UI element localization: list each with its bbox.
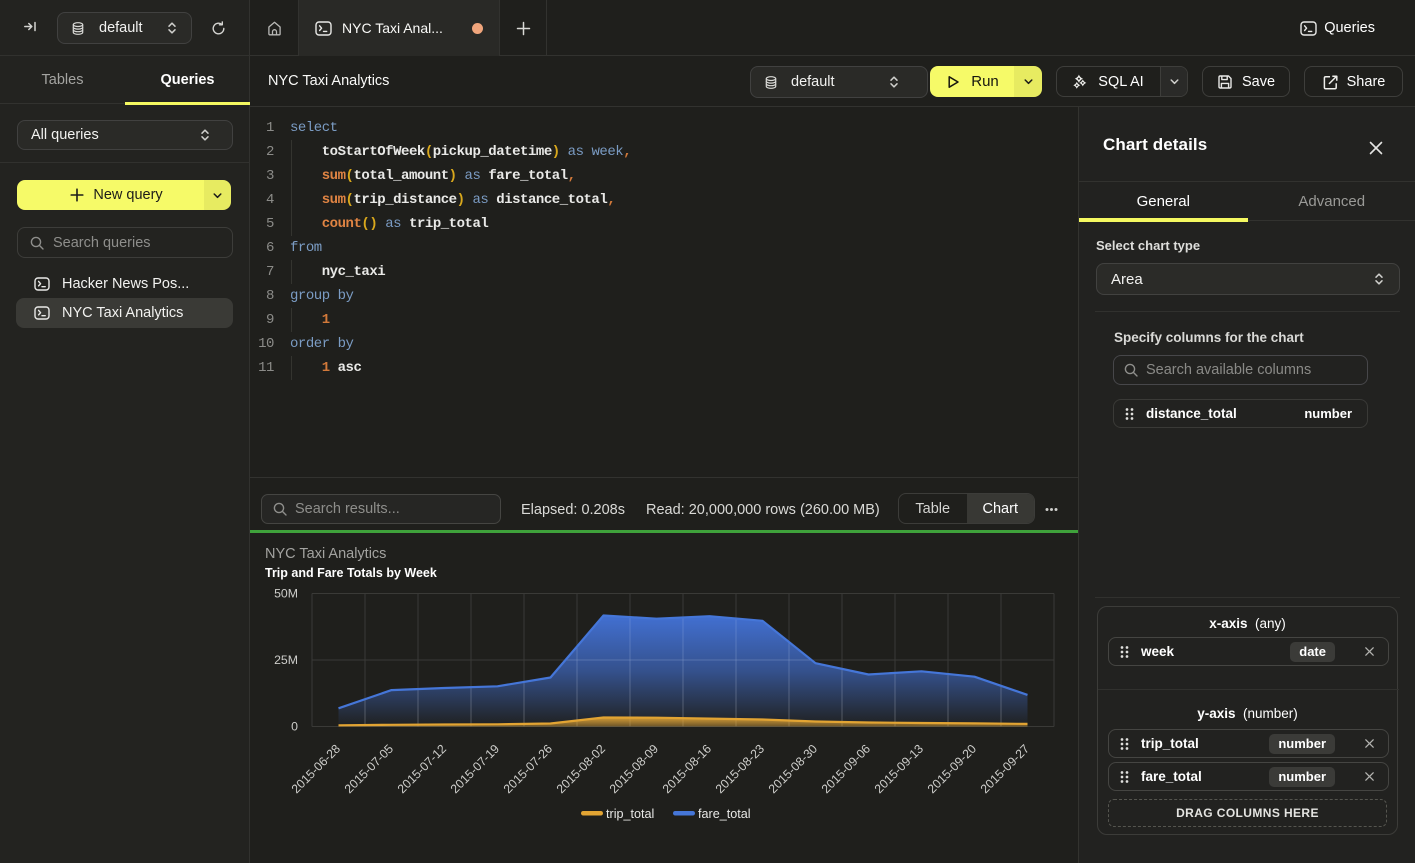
svg-text:50M: 50M — [274, 587, 298, 601]
svg-text:fare_total: fare_total — [698, 807, 751, 821]
svg-text:2015-06-28: 2015-06-28 — [289, 742, 343, 796]
svg-text:2015-07-05: 2015-07-05 — [342, 742, 396, 796]
svg-text:2015-09-20: 2015-09-20 — [925, 742, 979, 796]
svg-text:2015-08-16: 2015-08-16 — [660, 742, 714, 796]
svg-text:2015-08-30: 2015-08-30 — [766, 742, 820, 796]
svg-text:2015-07-19: 2015-07-19 — [448, 742, 502, 796]
svg-text:2015-07-12: 2015-07-12 — [395, 742, 449, 796]
svg-text:25M: 25M — [274, 653, 298, 667]
svg-text:2015-08-23: 2015-08-23 — [713, 742, 767, 796]
svg-text:2015-09-06: 2015-09-06 — [819, 742, 873, 796]
svg-text:2015-08-09: 2015-08-09 — [607, 742, 661, 796]
svg-text:0: 0 — [291, 720, 298, 734]
svg-text:2015-09-13: 2015-09-13 — [872, 742, 926, 796]
svg-text:2015-08-02: 2015-08-02 — [554, 742, 608, 796]
svg-text:trip_total: trip_total — [606, 807, 654, 821]
svg-text:2015-09-27: 2015-09-27 — [978, 742, 1032, 796]
svg-text:2015-07-26: 2015-07-26 — [501, 742, 555, 796]
